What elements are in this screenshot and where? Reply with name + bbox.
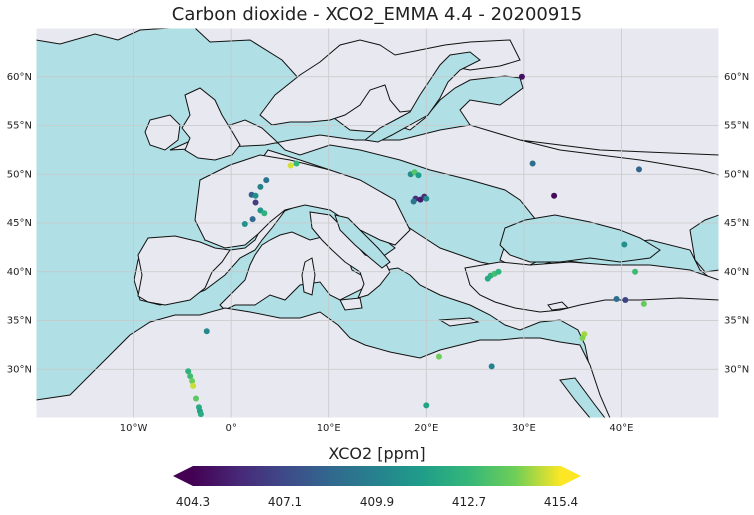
xco2-point xyxy=(203,328,210,335)
xco2-point xyxy=(579,335,586,342)
colorbar-tick: 412.7 xyxy=(451,495,487,509)
map-canvas: 60°N 55°N 50°N 45°N 40°N 35°N 30°N 60°N 55°N 50°… xyxy=(7,27,749,486)
colorbar-max-extend xyxy=(561,466,581,486)
lat-tick-label: 30°N xyxy=(724,364,749,375)
colorbar-min-extend xyxy=(173,466,193,486)
lat-tick-label: 35°N xyxy=(7,316,32,327)
xco2-point xyxy=(287,162,294,169)
lat-ticks-right: 60°N 55°N 50°N 45°N 40°N 35°N 30°N xyxy=(724,72,749,376)
lon-tick-label: 10°W xyxy=(120,423,148,434)
xco2-point xyxy=(635,166,642,173)
lat-tick-label: 60°N xyxy=(7,72,32,83)
xco2-point xyxy=(197,411,204,418)
xco2-point xyxy=(241,220,248,227)
xco2-point xyxy=(518,73,525,80)
lat-tick-label: 50°N xyxy=(724,169,749,180)
xco2-point xyxy=(488,363,495,370)
xco2-point xyxy=(495,268,502,275)
lat-tick-label: 30°N xyxy=(7,364,32,375)
lat-tick-label: 55°N xyxy=(724,121,749,132)
lat-tick-label: 55°N xyxy=(7,121,32,132)
lon-tick-label: 20°E xyxy=(414,423,438,434)
xco2-point xyxy=(415,172,422,179)
colorbar-tick: 407.1 xyxy=(267,495,303,509)
lat-tick-label: 35°N xyxy=(724,316,749,327)
lat-tick-label: 40°N xyxy=(7,267,32,278)
xco2-point xyxy=(190,382,197,389)
xco2-point xyxy=(261,210,268,217)
lat-tick-label: 45°N xyxy=(724,218,749,229)
xco2-point xyxy=(484,275,491,282)
colorbar-tick: 415.4 xyxy=(543,495,579,509)
xco2-point xyxy=(257,183,264,190)
lon-ticks-bottom: 10°W 0° 10°E 20°E 30°E 40°E xyxy=(120,423,634,434)
xco2-point xyxy=(293,160,300,167)
xco2-point xyxy=(252,192,259,199)
lat-tick-label: 60°N xyxy=(724,72,749,83)
xco2-point xyxy=(435,353,442,360)
lon-tick-label: 40°E xyxy=(609,423,633,434)
xco2-point xyxy=(410,198,417,205)
lat-tick-label: 45°N xyxy=(7,218,32,229)
xco2-point xyxy=(621,241,628,248)
xco2-point xyxy=(551,192,558,199)
xco2-point xyxy=(632,268,639,275)
lon-tick-label: 0° xyxy=(225,423,236,434)
lat-tick-label: 50°N xyxy=(7,169,32,180)
lon-tick-label: 10°E xyxy=(317,423,341,434)
colorbar xyxy=(173,466,581,486)
xco2-point xyxy=(613,296,620,303)
colorbar-tick: 404.3 xyxy=(175,495,211,509)
xco2-point xyxy=(622,297,629,304)
xco2-point xyxy=(193,395,200,402)
colorbar-gradient xyxy=(193,466,561,486)
xco2-point xyxy=(640,300,647,307)
xco2-point xyxy=(249,216,256,223)
xco2-point xyxy=(423,195,430,202)
xco2-point xyxy=(252,199,259,206)
xco2-point xyxy=(529,160,536,167)
lat-ticks-left: 60°N 55°N 50°N 45°N 40°N 35°N 30°N xyxy=(7,72,32,376)
xco2-point xyxy=(423,402,430,409)
xco2-point xyxy=(263,177,270,184)
lon-tick-label: 30°E xyxy=(512,423,536,434)
colorbar-label: XCO2 [ppm] xyxy=(328,444,426,463)
lat-tick-label: 40°N xyxy=(724,267,749,278)
colorbar-tick: 409.9 xyxy=(359,495,395,509)
